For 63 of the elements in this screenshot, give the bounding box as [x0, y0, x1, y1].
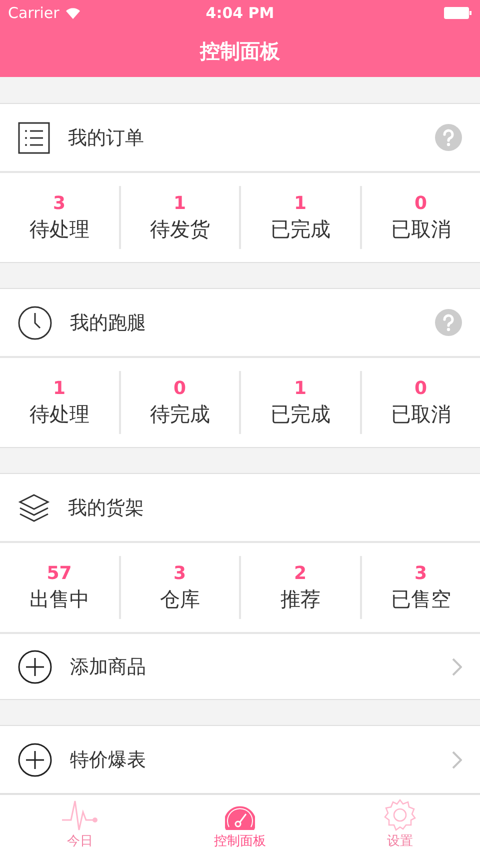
stat-item[interactable]: 0 已取消 [360, 371, 480, 434]
stat-label: 已取消 [390, 400, 451, 428]
stat-count: 3 [414, 562, 428, 584]
stat-item[interactable]: 3 待处理 [0, 186, 118, 249]
action-row[interactable]: 特价爆表 [0, 726, 480, 793]
stat-label: 已售空 [390, 586, 451, 612]
tab-label: 今日 [67, 833, 93, 850]
stat-item[interactable]: 1 待发货 [118, 186, 239, 249]
tab-label: 设置 [387, 833, 413, 850]
help-icon[interactable] [435, 309, 462, 336]
stat-count: 1 [294, 192, 307, 214]
pulse-icon [61, 799, 99, 831]
wifi-icon [65, 7, 82, 19]
stat-count: 3 [173, 562, 186, 584]
stat-count: 1 [294, 378, 307, 398]
carrier-label: Carrier [8, 4, 60, 22]
stat-label: 已完成 [270, 216, 330, 242]
stat-item[interactable]: 1 待处理 [0, 371, 118, 434]
add-icon [18, 650, 52, 684]
battery-icon [444, 7, 472, 19]
action-title: 添加商品 [70, 654, 147, 680]
section-title: 我的货架 [68, 496, 145, 520]
stat-label: 推荐 [280, 586, 320, 612]
section-title: 我的订单 [68, 126, 145, 150]
stat-label: 待处理 [29, 400, 90, 428]
clock-icon [18, 306, 52, 340]
stat-item[interactable]: 1 已完成 [239, 371, 360, 434]
stat-item[interactable]: 1 已完成 [239, 186, 360, 249]
chevron-icon [452, 658, 462, 676]
stat-count: 0 [414, 192, 428, 214]
section-title: 我的跑腿 [70, 310, 147, 336]
layers-icon [18, 492, 50, 522]
settings-icon [384, 799, 416, 831]
stat-item[interactable]: 0 待完成 [118, 371, 239, 434]
tab-label: 控制面板 [214, 833, 266, 850]
stat-label: 仓库 [160, 586, 200, 612]
stat-count: 2 [294, 562, 307, 584]
stat-count: 57 [46, 562, 72, 584]
clock-time: 4:04 PM [206, 4, 274, 22]
stat-count: 1 [173, 192, 186, 214]
action-row[interactable]: 添加商品 [0, 632, 480, 699]
stat-item[interactable]: 2 推荐 [239, 556, 360, 619]
stat-label: 待完成 [150, 400, 210, 428]
add-icon [18, 742, 52, 776]
stat-label: 待处理 [29, 216, 90, 242]
stat-count: 1 [52, 378, 66, 398]
stat-label: 已取消 [390, 216, 451, 242]
stat-count: 0 [173, 378, 186, 398]
action-title: 特价爆表 [70, 748, 147, 772]
stat-label: 出售中 [29, 586, 90, 612]
gauge-icon [225, 805, 255, 831]
stat-item[interactable]: 0 已取消 [360, 186, 480, 249]
stat-item[interactable]: 3 仓库 [118, 556, 239, 619]
stat-count: 0 [414, 378, 428, 398]
stat-item[interactable]: 3 已售空 [360, 556, 480, 619]
help-icon[interactable] [435, 124, 462, 151]
stat-label: 已完成 [270, 400, 330, 428]
stat-item[interactable]: 57 出售中 [0, 556, 118, 619]
stat-label: 待发货 [150, 216, 210, 242]
nav-title: 控制面板 [198, 38, 281, 65]
chevron-icon [452, 750, 462, 768]
list-icon [18, 122, 50, 154]
stat-count: 3 [52, 192, 66, 214]
